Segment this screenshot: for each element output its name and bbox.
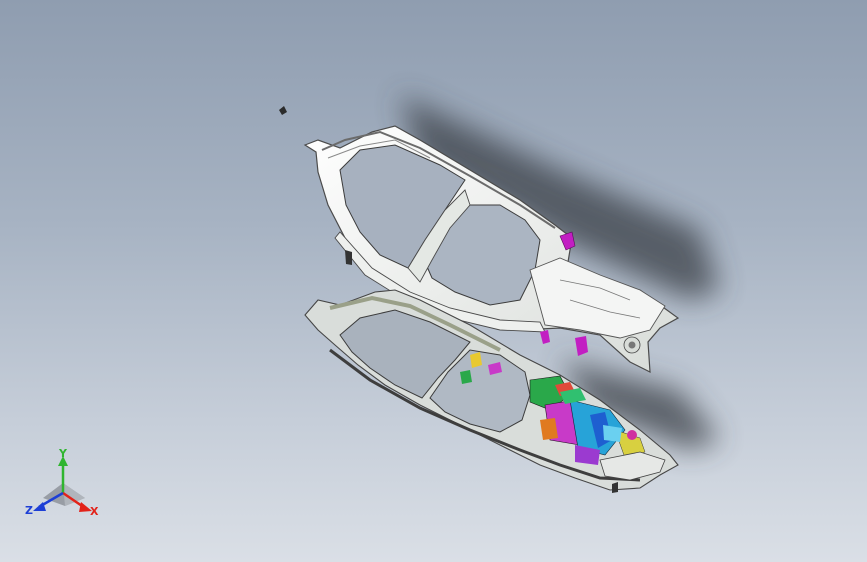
x-axis-label: X [90,505,99,518]
y-axis-label: Y [58,448,68,460]
axis-triad: Y X Z [25,448,99,518]
cad-model-scene[interactable] [0,0,867,562]
stray-fragment [279,106,287,115]
graphics-viewport[interactable]: Y X Z [0,0,867,562]
z-axis-label: Z [25,504,33,517]
